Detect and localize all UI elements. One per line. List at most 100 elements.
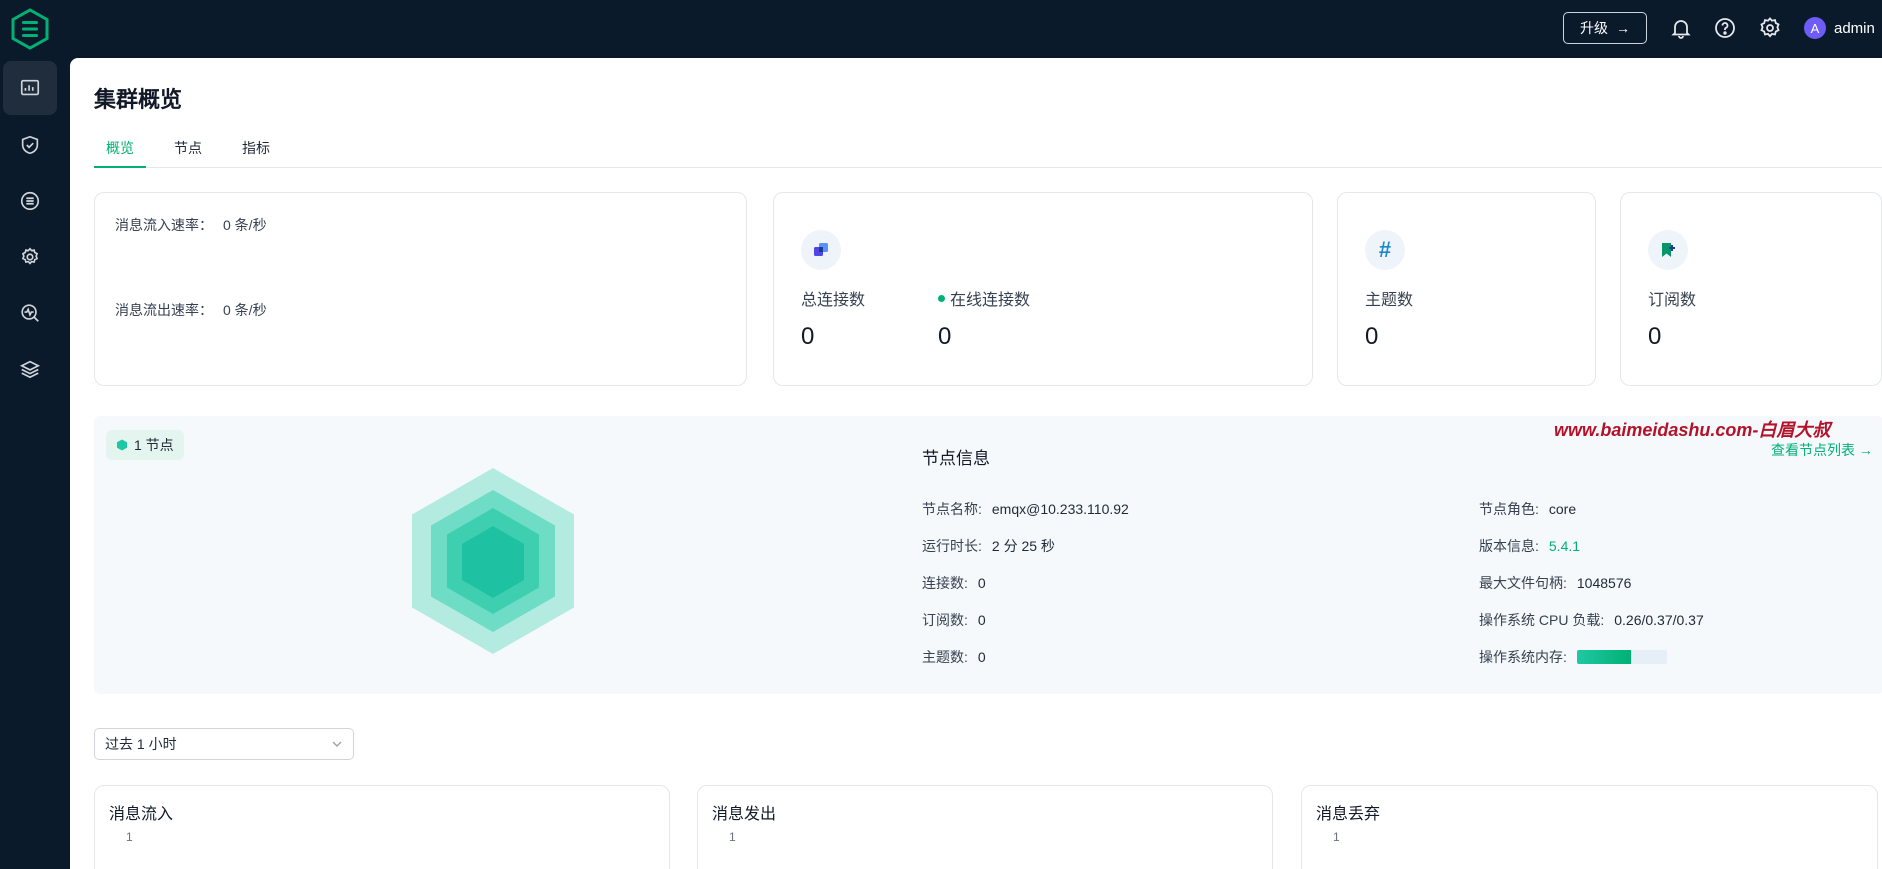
node-subscriptions-value: 0 [977, 612, 986, 628]
topics-label: 主题数 [1365, 292, 1414, 309]
total-connections-label: 总连接数 [801, 292, 866, 309]
nav-item-dashboard[interactable] [3, 61, 57, 115]
node-topics-value: 0 [977, 649, 986, 665]
os-memory-row: 操作系统内存: [1479, 647, 1667, 667]
arrow-right-icon: → [1616, 20, 1630, 36]
chart-tick-sent: 1 [729, 830, 736, 844]
total-connections-value: 0 [801, 323, 815, 350]
node-role-label: 节点角色: [1479, 501, 1539, 517]
node-topics-label: 主题数: [922, 649, 968, 665]
nav-item-management[interactable] [3, 230, 57, 284]
cpu-load-row: 操作系统 CPU 负载: 0.26/0.37/0.37 [1479, 610, 1704, 630]
nav-item-extensions[interactable] [3, 342, 57, 396]
diagnose-icon [21, 304, 39, 322]
subscriptions-card: 订阅数 0 [1620, 192, 1882, 386]
shield-icon [21, 135, 39, 155]
user-menu[interactable]: A admin [1804, 17, 1875, 39]
online-connections-value: 0 [938, 323, 952, 350]
node-hexagon-graphic[interactable] [412, 468, 574, 654]
view-node-list-link[interactable]: 查看节点列表 → [1771, 440, 1873, 460]
os-memory-bar [1576, 650, 1667, 665]
subscription-icon [1648, 230, 1688, 270]
node-role-value: core [1548, 501, 1577, 517]
connections-icon [801, 230, 841, 270]
cpu-load-value: 0.26/0.37/0.37 [1614, 612, 1704, 628]
top-bar: 升级 → A admin [0, 0, 1882, 58]
chart-tick-dropped: 1 [1333, 830, 1340, 844]
chart-title-received: 消息流入 [109, 806, 174, 823]
avatar: A [1804, 17, 1826, 39]
watermark-text: www.baimeidashu.com-白眉大叔 [1554, 420, 1831, 440]
uptime-label: 运行时长: [922, 538, 982, 554]
uptime-value: 2 分 25 秒 [991, 538, 1055, 554]
connections-row: 连接数: 0 [922, 573, 986, 593]
tab-overview[interactable]: 概览 [94, 138, 146, 168]
help-icon[interactable] [1713, 16, 1737, 40]
side-nav [0, 58, 70, 869]
node-hex-icon [117, 439, 127, 451]
outbound-rate-label: 消息流出速率： [115, 302, 213, 318]
tab-bar: 概览 节点 指标 [94, 138, 1882, 168]
cpu-load-label: 操作系统 CPU 负载: [1479, 612, 1605, 628]
bell-icon[interactable] [1669, 16, 1693, 40]
uptime-row: 运行时长: 2 分 25 秒 [922, 536, 1055, 556]
inbound-rate-label: 消息流入速率： [115, 217, 213, 233]
connections-value: 0 [977, 575, 986, 591]
version-row: 版本信息: 5.4.1 [1479, 536, 1580, 556]
chart-card-received: 消息流入 1 [94, 785, 670, 869]
version-value: 5.4.1 [1548, 538, 1581, 554]
topics-value: 0 [1365, 323, 1379, 350]
node-name-row: 节点名称: emqx@10.233.110.92 [922, 499, 1129, 519]
online-status-dot [938, 295, 945, 303]
time-range-select[interactable]: 过去 1 小时 [94, 728, 354, 760]
chart-title-dropped: 消息丢弃 [1316, 806, 1381, 823]
subscriptions-label: 订阅数 [1648, 292, 1697, 309]
node-count-badge: 1 节点 [106, 430, 184, 460]
node-panel: 1 节点 www.baimeidashu.com-白眉大叔 节点信息 查看节点列… [94, 416, 1882, 694]
tab-metrics[interactable]: 指标 [230, 138, 282, 168]
os-memory-fill [1576, 650, 1631, 665]
node-count-text: 1 节点 [134, 437, 174, 453]
upgrade-label: 升级 [1580, 20, 1608, 36]
chevron-down-icon [332, 741, 342, 747]
connections-card: 总连接数 0 在线连接数 0 [773, 192, 1313, 386]
subscriptions-value: 0 [1648, 323, 1662, 350]
node-role-row: 节点角色: core [1479, 499, 1576, 519]
gear-icon[interactable] [1758, 16, 1782, 40]
max-fds-label: 最大文件句柄: [1479, 575, 1567, 591]
os-memory-label: 操作系统内存: [1479, 649, 1567, 665]
topics-card: # 主题数 0 [1337, 192, 1596, 386]
subscriptions-row: 订阅数: 0 [922, 610, 986, 630]
nav-item-access-control[interactable] [3, 118, 57, 172]
hash-icon: # [1365, 230, 1405, 270]
chart-card-dropped: 消息丢弃 1 [1301, 785, 1878, 869]
chart-card-sent: 消息发出 1 [697, 785, 1273, 869]
nav-item-diagnose[interactable] [3, 286, 57, 340]
page-title: 集群概览 [94, 87, 183, 112]
outbound-rate-value: 0 条/秒 [223, 302, 267, 318]
nav-item-integration[interactable] [3, 174, 57, 228]
dashboard-icon [20, 79, 40, 96]
settings-gear-icon [21, 247, 39, 265]
chart-tick-received: 1 [126, 830, 133, 844]
tab-nodes[interactable]: 节点 [162, 138, 214, 168]
extensions-icon [19, 360, 41, 379]
max-fds-value: 1048576 [1576, 575, 1632, 591]
emqx-logo-icon[interactable] [10, 8, 50, 50]
time-range-value: 过去 1 小时 [105, 736, 177, 752]
chart-title-sent: 消息发出 [712, 806, 777, 823]
node-subscriptions-label: 订阅数: [922, 612, 968, 628]
user-name: admin [1834, 19, 1875, 37]
message-rate-card: 消息流入速率： 0 条/秒 消息流出速率： 0 条/秒 [94, 192, 747, 386]
online-connections-label: 在线连接数 [938, 286, 1030, 310]
node-info-title: 节点信息 [922, 449, 990, 468]
version-label: 版本信息: [1479, 538, 1539, 554]
node-name-label: 节点名称: [922, 501, 982, 517]
online-connections-text: 在线连接数 [950, 292, 1031, 309]
node-name-value: emqx@10.233.110.92 [991, 501, 1129, 517]
inbound-rate-value: 0 条/秒 [223, 217, 267, 233]
upgrade-button[interactable]: 升级 → [1563, 12, 1647, 44]
max-fds-row: 最大文件句柄: 1048576 [1479, 573, 1631, 593]
connections-label: 连接数: [922, 575, 968, 591]
topics-row: 主题数: 0 [922, 647, 986, 667]
